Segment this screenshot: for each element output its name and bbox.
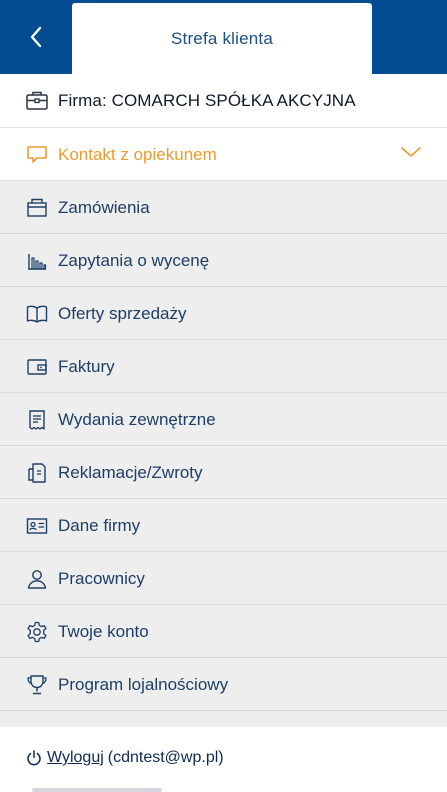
contact-advisor-toggle[interactable]: Kontakt z opiekunem [0, 128, 447, 181]
menu-item-label: Faktury [58, 356, 115, 376]
menu-item-zamowienia[interactable]: Zamówienia [0, 181, 447, 234]
menu-item-dane-firmy[interactable]: Dane firmy [0, 499, 447, 552]
menu-item-label: Dane firmy [58, 515, 141, 535]
id-card-icon [26, 518, 48, 534]
wallet-icon [27, 359, 47, 375]
firm-label: Firma: COMARCH SPÓŁKA AKCYJNA [58, 91, 356, 110]
footer: Wyloguj (cdntest@wp.pl) [0, 727, 447, 792]
logout-label: Wyloguj [47, 749, 104, 766]
back-button[interactable] [0, 0, 72, 74]
chevron-left-icon [30, 26, 42, 48]
document-return-icon [28, 463, 46, 483]
speech-bubble-icon [27, 146, 47, 163]
gear-icon [27, 621, 47, 643]
menu-item-pracownicy[interactable]: Pracownicy [0, 552, 447, 605]
tab-title: Strefa klienta [170, 28, 274, 48]
open-book-icon [26, 305, 48, 323]
firm-row: Firma: COMARCH SPÓŁKA AKCYJNA [0, 74, 447, 128]
receipt-icon [29, 410, 45, 430]
chevron-down-icon [401, 147, 421, 157]
top-bar: Strefa klienta [0, 0, 447, 74]
tab-strefa-klienta[interactable]: Strefa klienta [72, 3, 372, 74]
logout-user: (cdntest@wp.pl) [107, 749, 224, 766]
menu-item-label: Reklamacje/Zwroty [58, 462, 203, 482]
menu-item-reklamacje[interactable]: Reklamacje/Zwroty [0, 446, 447, 499]
menu-item-twoje-konto[interactable]: Twoje konto [0, 605, 447, 658]
menu-item-wydania[interactable]: Wydania zewnętrzne [0, 393, 447, 446]
package-icon [27, 198, 47, 217]
menu-item-label: Pracownicy [58, 568, 145, 588]
menu-item-label: Zamówienia [58, 197, 150, 217]
logout-link[interactable]: Wyloguj (cdntest@wp.pl) [25, 749, 224, 767]
menu-item-faktury[interactable]: Faktury [0, 340, 447, 393]
menu-item-label: Zapytania o wycenę [58, 250, 210, 270]
truncated-content-edge [32, 788, 162, 792]
menu-item-label: Program lojalnościowy [58, 674, 229, 694]
menu-item-label: Oferty sprzedaży [58, 303, 187, 323]
bar-chart-icon [28, 254, 47, 270]
briefcase-icon [26, 91, 48, 110]
client-menu: Zamówienia Zapytania o wycenę Oferty spr… [0, 181, 447, 727]
menu-item-label: Wydania zewnętrzne [58, 409, 216, 429]
menu-item-oferty[interactable]: Oferty sprzedaży [0, 287, 447, 340]
menu-item-label: Twoje konto [58, 621, 149, 641]
menu-item-zapytania[interactable]: Zapytania o wycenę [0, 234, 447, 287]
power-icon [27, 750, 41, 766]
person-icon [27, 570, 47, 589]
contact-advisor-label: Kontakt z opiekunem [58, 144, 217, 164]
trophy-icon [27, 675, 47, 695]
menu-item-program-lojalnosciowy[interactable]: Program lojalnościowy [0, 658, 447, 711]
